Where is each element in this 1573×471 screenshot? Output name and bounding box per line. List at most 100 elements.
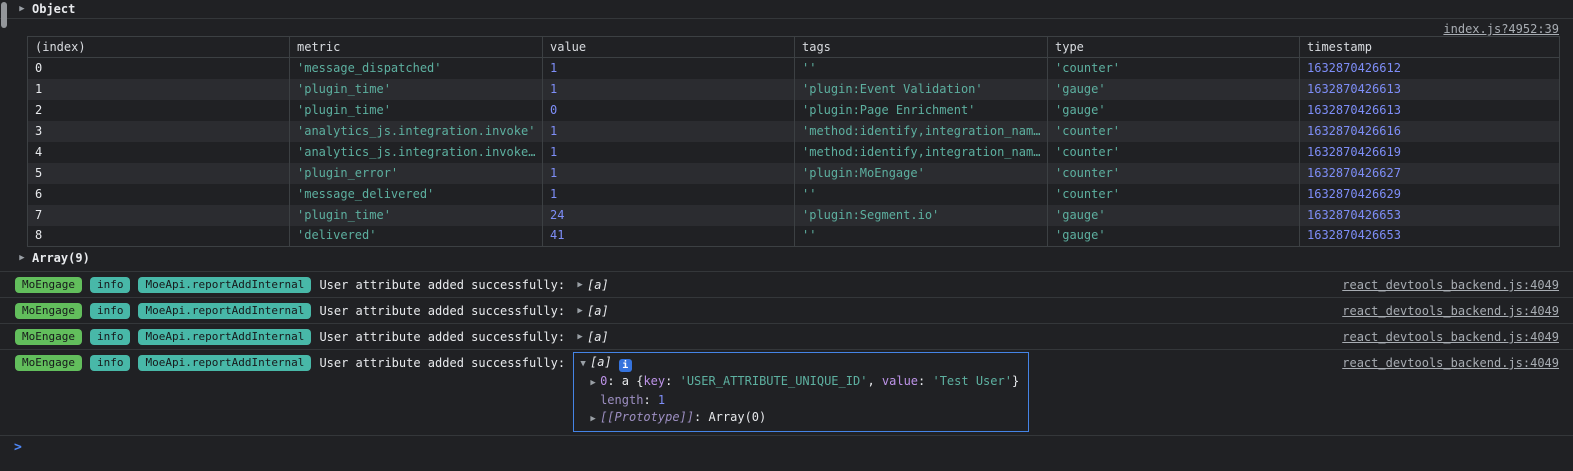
log-message: User attribute added successfully: bbox=[319, 304, 566, 318]
cell-timestamp: 1632870426653 bbox=[1299, 225, 1560, 247]
col-header-index[interactable]: (index) bbox=[27, 36, 290, 58]
expanded-object-tree: ▼ [a] i ▶ 0: a {key: 'USER_ATTRIBUTE_UNIQUE… bbox=[573, 352, 1030, 432]
cell-tags: 'plugin:Segment.io' bbox=[794, 204, 1048, 226]
cell-type: 'counter' bbox=[1047, 162, 1300, 184]
punctuation: : bbox=[643, 393, 658, 407]
source-link[interactable]: react_devtools_backend.js:4049 bbox=[1342, 355, 1559, 372]
tree-prototype-row[interactable]: ▶ [[Prototype]]: Array(0) bbox=[576, 409, 1019, 428]
cell-type: 'counter' bbox=[1047, 183, 1300, 205]
cell-timestamp: 1632870426612 bbox=[1299, 57, 1560, 79]
cell-tags: 'method:identify,integration_nam… bbox=[794, 120, 1048, 142]
array-preview: [a] bbox=[587, 278, 609, 292]
cell-timestamp: 1632870426627 bbox=[1299, 162, 1560, 184]
cell-index: 7 bbox=[27, 204, 290, 226]
table-row: 7 'plugin_time' 24 'plugin:Segment.io' '… bbox=[27, 204, 1560, 226]
devtools-console-panel: ▶ Object index.js?4952:39 (index) metric… bbox=[0, 0, 1573, 471]
array-preview-toggle[interactable]: ▶ [a] bbox=[573, 328, 609, 346]
col-header-timestamp[interactable]: timestamp bbox=[1299, 36, 1560, 58]
source-link[interactable]: index.js?4952:39 bbox=[1443, 21, 1559, 38]
cell-metric: 'plugin_error' bbox=[289, 162, 543, 184]
cell-tags: 'method:identify,integration_nam… bbox=[794, 141, 1048, 163]
log-message: User attribute added successfully: bbox=[319, 330, 566, 344]
cell-tags: '' bbox=[794, 225, 1048, 247]
cell-timestamp: 1632870426613 bbox=[1299, 78, 1560, 100]
console-log-row: MoEngage info MoeApi.reportAddInternal U… bbox=[0, 298, 1573, 324]
array-preview: [a] bbox=[587, 304, 609, 318]
expand-triangle-icon[interactable]: ▶ bbox=[586, 411, 600, 428]
prototype-key: [[Prototype]] bbox=[600, 410, 694, 424]
cell-index: 2 bbox=[27, 99, 290, 121]
array-preview-toggle[interactable]: ▶ [a] bbox=[573, 302, 609, 320]
cell-value: 1 bbox=[542, 141, 795, 163]
tree-root-row[interactable]: ▼ [a] i bbox=[576, 354, 1019, 373]
punctuation: : bbox=[607, 374, 622, 388]
info-icon[interactable]: i bbox=[618, 359, 632, 372]
prompt-chevron-icon: > bbox=[14, 439, 22, 455]
cell-type: 'gauge' bbox=[1047, 204, 1300, 226]
cell-index: 0 bbox=[27, 57, 290, 79]
cell-type: 'counter' bbox=[1047, 141, 1300, 163]
cell-index: 3 bbox=[27, 120, 290, 142]
console-entry-object: ▶ Object bbox=[0, 0, 1573, 19]
expand-triangle-icon[interactable]: ▶ bbox=[573, 328, 587, 346]
badge-moeapi: MoeApi.reportAddInternal bbox=[138, 329, 312, 345]
console-log-row-expanded: MoEngage info MoeApi.reportAddInternal U… bbox=[0, 350, 1573, 436]
table-header-row: (index) metric value tags type timestamp bbox=[27, 36, 1560, 58]
array-preview: [a] bbox=[587, 330, 609, 344]
expand-triangle-icon[interactable]: ▶ bbox=[15, 252, 29, 265]
cell-type: 'gauge' bbox=[1047, 225, 1300, 247]
cell-index: 8 bbox=[27, 225, 290, 247]
log-message: User attribute added successfully: bbox=[319, 278, 566, 292]
table-row: 0 'message_dispatched' 1 '' 'counter' 16… bbox=[27, 57, 1560, 79]
col-header-type[interactable]: type bbox=[1047, 36, 1300, 58]
badge-moeapi: MoeApi.reportAddInternal bbox=[138, 303, 312, 319]
console-input[interactable] bbox=[31, 436, 1573, 460]
punctuation: , bbox=[867, 374, 882, 388]
cell-timestamp: 1632870426619 bbox=[1299, 141, 1560, 163]
prototype-value: Array(0) bbox=[708, 410, 767, 424]
tree-item-row[interactable]: ▶ 0: a {key: 'USER_ATTRIBUTE_UNIQUE_ID', … bbox=[576, 373, 1019, 392]
table-row: 3 'analytics_js.integration.invoke' 1 'm… bbox=[27, 120, 1560, 142]
badge-moengage: MoEngage bbox=[15, 277, 82, 293]
expand-triangle-icon[interactable]: ▶ bbox=[15, 3, 29, 16]
object-label[interactable]: Object bbox=[32, 1, 75, 18]
punctuation: } bbox=[1011, 374, 1020, 388]
punctuation: : bbox=[918, 374, 933, 388]
cell-value: 1 bbox=[542, 183, 795, 205]
col-header-tags[interactable]: tags bbox=[794, 36, 1048, 58]
source-link[interactable]: react_devtools_backend.js:4049 bbox=[1342, 303, 1559, 320]
tree-length-row: length: 1 bbox=[576, 392, 1019, 409]
table-source-row: index.js?4952:39 bbox=[0, 19, 1573, 36]
expand-triangle-icon[interactable]: ▶ bbox=[573, 276, 587, 294]
array-preview-toggle[interactable]: ▶ [a] bbox=[573, 276, 609, 294]
source-link[interactable]: react_devtools_backend.js:4049 bbox=[1342, 277, 1559, 294]
expand-triangle-icon[interactable]: ▶ bbox=[586, 375, 600, 392]
table-row: 2 'plugin_time' 0 'plugin:Page Enrichmen… bbox=[27, 99, 1560, 121]
cell-index: 1 bbox=[27, 78, 290, 100]
col-header-value[interactable]: value bbox=[542, 36, 795, 58]
expand-triangle-icon[interactable]: ▶ bbox=[573, 302, 587, 320]
console-prompt-row: > bbox=[0, 436, 1573, 460]
property-key-length: length bbox=[600, 393, 644, 407]
cell-tags: 'plugin:Page Enrichment' bbox=[794, 99, 1048, 121]
cell-tags: 'plugin:Event Validation' bbox=[794, 78, 1048, 100]
table-row: 1 'plugin_time' 1 'plugin:Event Validati… bbox=[27, 78, 1560, 100]
cell-timestamp: 1632870426616 bbox=[1299, 120, 1560, 142]
cell-metric: 'analytics_js.integration.invoke… bbox=[289, 141, 543, 163]
punctuation: : bbox=[694, 410, 709, 424]
cell-tags: '' bbox=[794, 183, 1048, 205]
cell-timestamp: 1632870426629 bbox=[1299, 183, 1560, 205]
col-header-metric[interactable]: metric bbox=[289, 36, 543, 58]
cell-type: 'counter' bbox=[1047, 120, 1300, 142]
cell-metric: 'message_delivered' bbox=[289, 183, 543, 205]
badge-info: info bbox=[89, 303, 131, 319]
table-row: 4 'analytics_js.integration.invoke… 1 'm… bbox=[27, 141, 1560, 163]
left-scrollbar-thumb[interactable] bbox=[1, 2, 7, 28]
cell-index: 4 bbox=[27, 141, 290, 163]
console-table: (index) metric value tags type timestamp… bbox=[27, 36, 1560, 247]
collapse-triangle-icon[interactable]: ▼ bbox=[576, 356, 590, 373]
source-link[interactable]: react_devtools_backend.js:4049 bbox=[1342, 329, 1559, 346]
string-value: 'USER_ATTRIBUTE_UNIQUE_ID' bbox=[679, 374, 868, 388]
array-label[interactable]: Array(9) bbox=[32, 250, 90, 267]
table-row: 5 'plugin_error' 1 'plugin:MoEngage' 'co… bbox=[27, 162, 1560, 184]
